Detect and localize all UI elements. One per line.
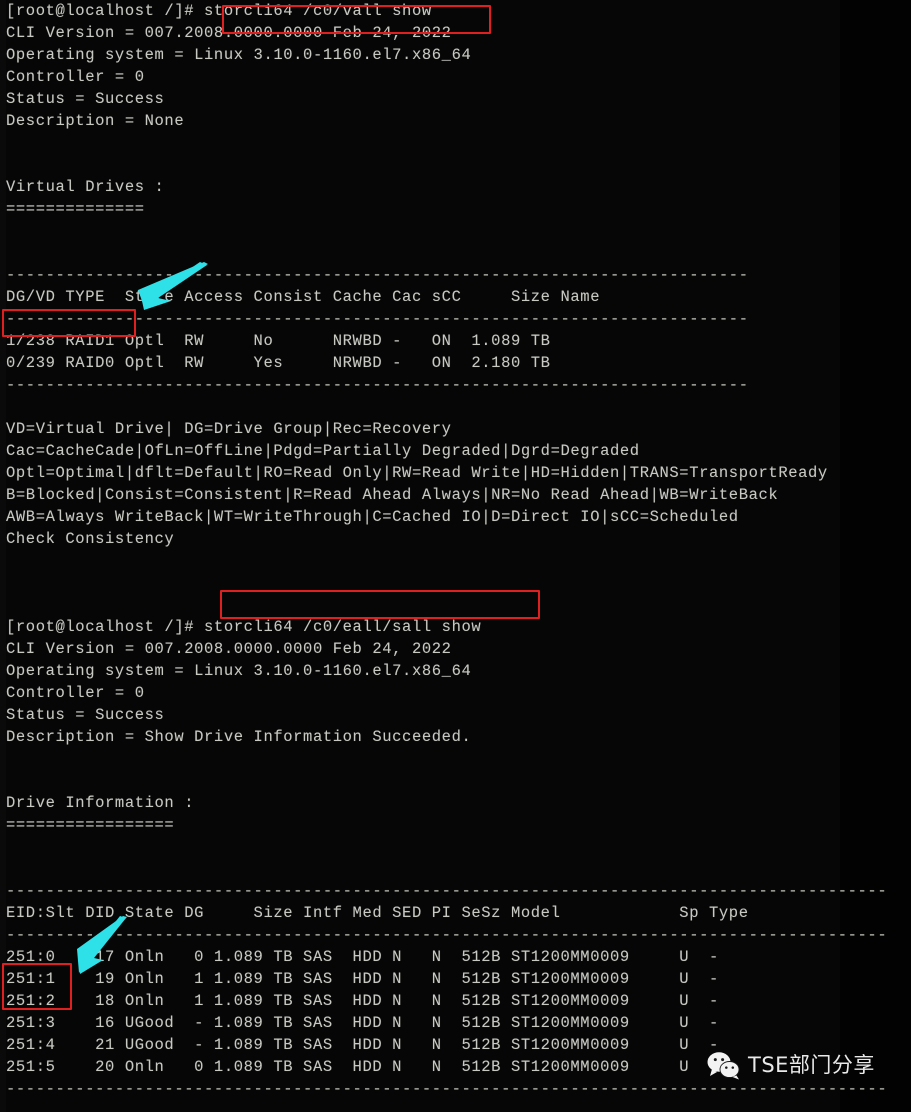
terminal-line: ----------------------------------------… <box>6 376 749 394</box>
terminal-line: Drive Information : <box>6 794 195 812</box>
terminal-line: AWB=Always WriteBack|WT=WriteThrough|C=C… <box>6 508 739 526</box>
terminal-line: ----------------------------------------… <box>6 882 888 900</box>
terminal-line: [root@localhost /]# storcli64 /c0/vall s… <box>6 2 432 20</box>
watermark-label: TSE部门分享 <box>748 1053 875 1077</box>
terminal-line: EID:Slt DID State DG Size Intf Med SED P… <box>6 904 749 922</box>
terminal-line: B=Blocked|Consist=Consistent|R=Read Ahea… <box>6 486 779 504</box>
terminal-line: 0/239 RAID0 Optl RW Yes NRWBD - ON 2.180… <box>6 354 551 372</box>
terminal-line: ----------------------------------------… <box>6 1080 888 1098</box>
terminal-line: Status = Success <box>6 706 165 724</box>
terminal-line: ----------------------------------------… <box>6 310 749 328</box>
terminal-line: DG/VD TYPE State Access Consist Cache Ca… <box>6 288 601 306</box>
terminal-line: Description = Show Drive Information Suc… <box>6 728 472 746</box>
terminal-line: CLI Version = 007.2008.0000.0000 Feb 24,… <box>6 640 452 658</box>
terminal-line: Cac=CacheCade|OfLn=OffLine|Pdgd=Partiall… <box>6 442 640 460</box>
terminal-line: Operating system = Linux 3.10.0-1160.el7… <box>6 46 472 64</box>
terminal-line: Controller = 0 <box>6 68 145 86</box>
terminal-line: Operating system = Linux 3.10.0-1160.el7… <box>6 662 472 680</box>
watermark: TSE部门分享 <box>707 1051 875 1080</box>
terminal-line: 1/238 RAID1 Optl RW No NRWBD - ON 1.089 … <box>6 332 551 350</box>
table-row: 251:0 17 Onln 0 1.089 TB SAS HDD N N 512… <box>6 948 719 966</box>
terminal-line: VD=Virtual Drive| DG=Drive Group|Rec=Rec… <box>6 420 452 438</box>
terminal-output: [root@localhost /]# storcli64 /c0/vall s… <box>6 0 906 1112</box>
terminal-line: ============== <box>6 200 145 218</box>
terminal-screenshot: [root@localhost /]# storcli64 /c0/vall s… <box>0 0 911 1112</box>
table-row: 251:2 18 Onln 1 1.089 TB SAS HDD N N 512… <box>6 992 719 1010</box>
terminal-line: Virtual Drives : <box>6 178 165 196</box>
terminal-line: ----------------------------------------… <box>6 926 888 944</box>
terminal-line: CLI Version = 007.2008.0000.0000 Feb 24,… <box>6 24 452 42</box>
table-row: 251:1 19 Onln 1 1.089 TB SAS HDD N N 512… <box>6 970 719 988</box>
terminal-line: Controller = 0 <box>6 684 145 702</box>
table-row: 251:3 16 UGood - 1.089 TB SAS HDD N N 51… <box>6 1014 719 1032</box>
terminal-line: [root@localhost /]# storcli64 /c0/eall/s… <box>6 618 482 636</box>
terminal-line: Check Consistency <box>6 530 175 548</box>
terminal-line: ----------------------------------------… <box>6 266 749 284</box>
terminal-line: ================= <box>6 816 175 834</box>
terminal-line: Description = None <box>6 112 185 130</box>
terminal-line: Optl=Optimal|dflt=Default|RO=Read Only|R… <box>6 464 828 482</box>
terminal-line: Status = Success <box>6 90 165 108</box>
wechat-icon <box>707 1052 740 1080</box>
